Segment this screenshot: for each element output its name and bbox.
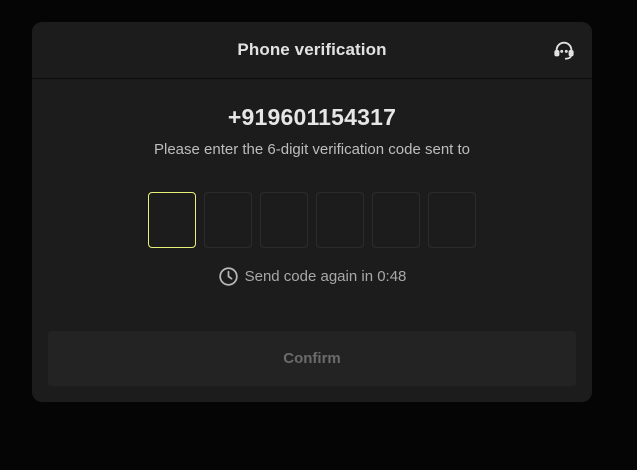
code-digit-4[interactable]	[316, 192, 364, 248]
code-digit-3[interactable]	[260, 192, 308, 248]
confirm-button[interactable]: Confirm	[48, 331, 576, 386]
clock-icon	[218, 267, 238, 286]
code-digit-6[interactable]	[428, 192, 476, 248]
code-digit-2[interactable]	[204, 192, 252, 248]
support-button[interactable]	[553, 39, 575, 61]
verification-modal: Phone verification +919601154317 Please …	[32, 22, 592, 402]
modal-title: Phone verification	[237, 40, 387, 59]
resend-text: Send code again in 0:48	[244, 268, 407, 285]
resend-timer: Send code again in 0:48	[32, 266, 592, 287]
code-input-group	[32, 192, 592, 248]
instructions-text: Please enter the 6-digit verification co…	[153, 141, 471, 158]
code-digit-5[interactable]	[372, 192, 420, 248]
modal-header: Phone verification	[32, 22, 592, 79]
headset-support-icon	[554, 41, 574, 60]
phone-number: +919601154317	[227, 104, 397, 130]
code-digit-1[interactable]	[148, 192, 196, 248]
